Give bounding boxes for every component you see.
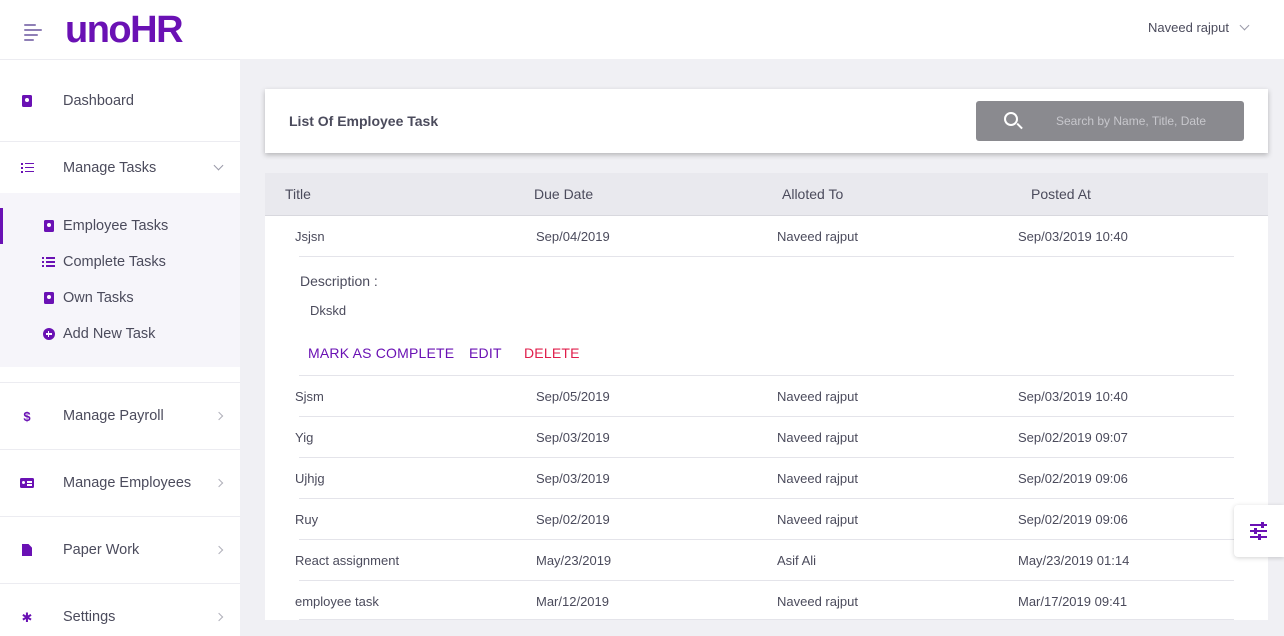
cell-title: Jsjsn (295, 229, 325, 244)
dollar-icon: $ (23, 408, 31, 424)
settings-sliders-button[interactable] (1234, 505, 1284, 557)
cell-title: Sjsm (295, 389, 324, 404)
cell-due-date: Sep/03/2019 (536, 471, 610, 486)
chevron-right-icon (214, 411, 224, 421)
sidebar-item-paper-work[interactable]: Paper Work (0, 517, 240, 583)
cell-due-date: May/23/2019 (536, 553, 612, 568)
cell-posted-at: Sep/03/2019 10:40 (1018, 229, 1128, 244)
cell-alloted-to: Naveed rajput (777, 471, 858, 486)
sidebar-item-label: Manage Payroll (63, 408, 164, 424)
sidebar-item-settings[interactable]: ✱ Settings (0, 584, 240, 636)
sidebar-item-manage-employees[interactable]: Manage Employees (0, 450, 240, 516)
id-card-icon (20, 476, 34, 490)
table-row[interactable]: Ujhjg Sep/03/2019 Naveed rajput Sep/02/2… (265, 458, 1268, 499)
cell-posted-at: Mar/17/2019 09:41 (1018, 594, 1128, 609)
chevron-down-icon (1239, 20, 1250, 31)
cell-due-date: Sep/03/2019 (536, 430, 610, 445)
search-input[interactable] (1056, 112, 1236, 130)
search-box[interactable] (976, 101, 1244, 141)
cell-alloted-to: Naveed rajput (777, 512, 858, 527)
table-row[interactable]: Sjsm Sep/05/2019 Naveed rajput Sep/03/20… (265, 376, 1268, 417)
table-row[interactable]: employee task Mar/12/2019 Naveed rajput … (265, 581, 1268, 620)
search-icon[interactable] (1004, 112, 1018, 126)
chevron-right-icon (214, 545, 224, 555)
cell-title: Ruy (295, 512, 319, 527)
task-table: Title Due Date Alloted To Posted At Jsjs… (265, 173, 1268, 620)
contact-book-icon (42, 220, 55, 233)
cell-title: employee task (295, 594, 379, 609)
sidebar-item-label: Complete Tasks (63, 254, 166, 270)
sidebar-item-label: Manage Employees (63, 475, 192, 491)
sidebar-item-complete-tasks[interactable]: Complete Tasks (0, 244, 240, 280)
cell-alloted-to: Asif Ali (777, 553, 817, 568)
sidebar-item-label: Settings (63, 609, 116, 625)
chevron-right-icon (214, 478, 224, 488)
cell-title: Yig (295, 430, 314, 445)
cell-title: React assignment (295, 553, 400, 568)
table-header: Title Due Date Alloted To Posted At (265, 173, 1268, 216)
sidebar-item-label: Add New Task (63, 326, 156, 342)
cell-alloted-to: Naveed rajput (777, 229, 858, 244)
dashboard-icon (20, 94, 34, 108)
app-logo[interactable]: unoHR (65, 9, 184, 52)
table-row[interactable]: Ruy Sep/02/2019 Naveed rajput Sep/02/201… (265, 499, 1268, 540)
cell-title: Ujhjg (295, 471, 325, 486)
cell-alloted-to: Naveed rajput (777, 389, 858, 404)
column-header-due-date[interactable]: Due Date (534, 186, 593, 202)
column-header-title[interactable]: Title (285, 186, 311, 202)
user-name: Naveed rajput (1148, 20, 1229, 35)
table-row[interactable]: React assignment May/23/2019 Asif Ali Ma… (265, 540, 1268, 581)
chevron-down-icon (213, 160, 224, 171)
contact-book-icon (42, 292, 55, 305)
chevron-right-icon (214, 612, 224, 622)
user-menu[interactable]: Naveed rajput (1148, 20, 1250, 35)
gear-icon: ✱ (21, 609, 33, 625)
column-header-alloted-to[interactable]: Alloted To (782, 186, 843, 202)
sidebar-item-manage-payroll[interactable]: $ Manage Payroll (0, 383, 240, 449)
sidebar-item-own-tasks[interactable]: Own Tasks (0, 280, 240, 316)
sidebar-item-employee-tasks[interactable]: Employee Tasks (0, 208, 240, 244)
cell-posted-at: Sep/03/2019 10:40 (1018, 389, 1128, 404)
description-text: Dkskd (310, 303, 347, 318)
cell-due-date: Sep/04/2019 (536, 229, 610, 244)
task-list-icon (42, 256, 55, 269)
edit-button[interactable]: EDIT (469, 345, 502, 361)
column-header-posted-at[interactable]: Posted At (1031, 186, 1091, 202)
sidebar-item-label: Own Tasks (63, 290, 134, 306)
description-label: Description : (300, 273, 378, 289)
cell-alloted-to: Naveed rajput (777, 594, 858, 609)
sidebar-item-label: Paper Work (63, 542, 140, 558)
row-divider (299, 256, 1234, 257)
delete-button[interactable]: DELETE (524, 345, 580, 361)
cell-due-date: Mar/12/2019 (536, 594, 609, 609)
sidebar-item-dashboard[interactable]: Dashboard (0, 60, 240, 141)
cell-alloted-to: Naveed rajput (777, 430, 858, 445)
cell-posted-at: Sep/02/2019 09:07 (1018, 430, 1128, 445)
cell-due-date: Sep/02/2019 (536, 512, 610, 527)
mark-as-complete-button[interactable]: MARK AS COMPLETE (308, 345, 454, 361)
table-row[interactable]: Yig Sep/03/2019 Naveed rajput Sep/02/201… (265, 417, 1268, 458)
row-divider (299, 619, 1234, 620)
cell-posted-at: Sep/02/2019 09:06 (1018, 471, 1128, 486)
cell-due-date: Sep/05/2019 (536, 389, 610, 404)
sidebar-item-add-new-task[interactable]: Add New Task (0, 316, 240, 352)
sidebar-item-label: Employee Tasks (63, 218, 169, 234)
page-title: List Of Employee Task (289, 113, 439, 129)
cell-posted-at: May/23/2019 01:14 (1018, 553, 1130, 568)
file-icon (20, 543, 34, 557)
cell-posted-at: Sep/02/2019 09:06 (1018, 512, 1128, 527)
sidebar-item-manage-tasks[interactable]: Manage Tasks (0, 142, 240, 193)
top-bar: unoHR Naveed rajput (0, 0, 1284, 59)
sidebar-item-label: Dashboard (63, 92, 134, 109)
plus-circle-icon (42, 328, 55, 341)
manage-tasks-submenu: Employee Tasks Complete Tasks Own Tasks … (0, 193, 240, 367)
page-header-card: List Of Employee Task (265, 89, 1268, 153)
sidebar: Dashboard Manage Tasks Employee Tasks Co… (0, 59, 240, 636)
task-list-icon (20, 161, 34, 175)
sidebar-item-label: Manage Tasks (63, 159, 157, 176)
table-row[interactable]: Jsjsn Sep/04/2019 Naveed rajput Sep/03/2… (265, 216, 1268, 257)
hamburger-menu-icon[interactable] (24, 24, 42, 41)
